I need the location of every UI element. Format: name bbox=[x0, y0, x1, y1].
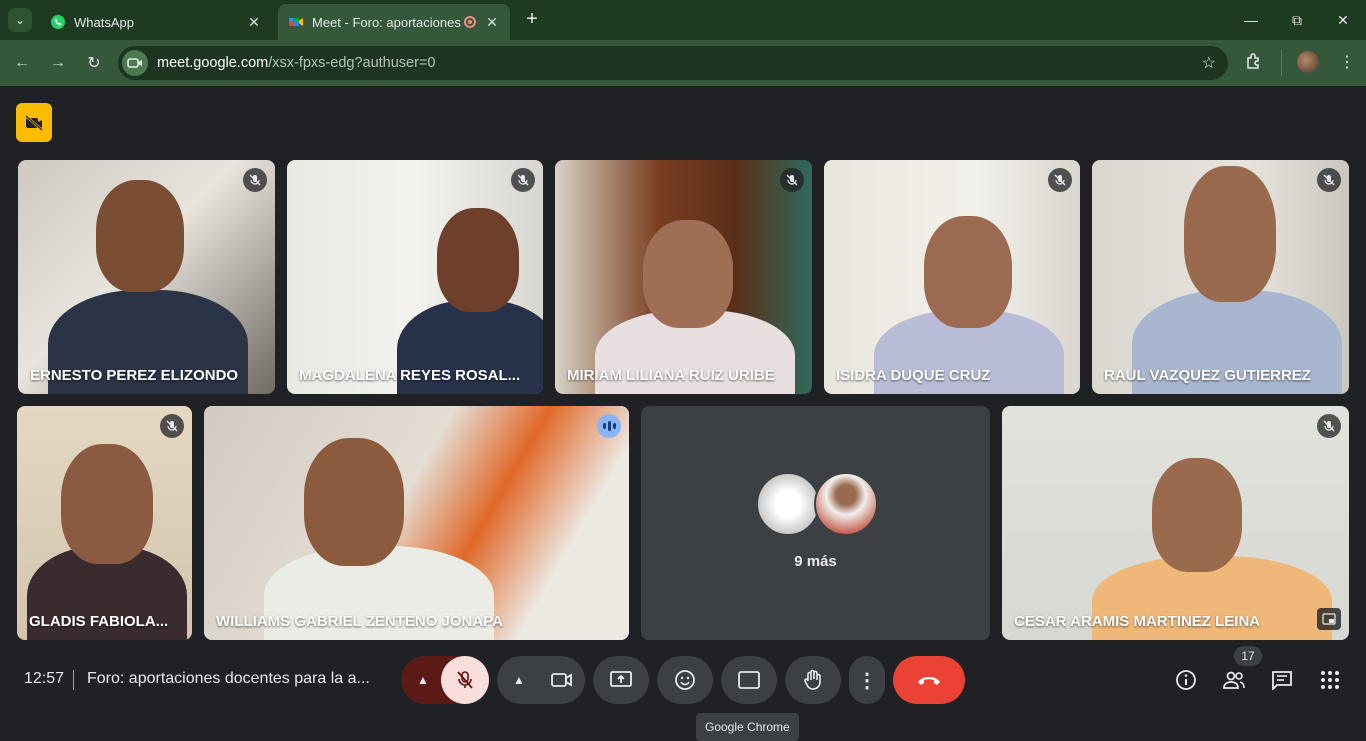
mic-off-icon bbox=[457, 671, 473, 689]
url-text: meet.google.com/xsx-fpxs-edg?authuser=0 bbox=[157, 55, 436, 71]
camera-toggle-button[interactable]: ▲ bbox=[497, 656, 585, 704]
present-screen-button[interactable] bbox=[593, 656, 649, 704]
more-participants-label: 9 más bbox=[794, 553, 837, 570]
meet-stage: ERNESTO PEREZ ELIZONDO MAGDALENA REYES R… bbox=[0, 86, 1366, 741]
more-participants-avatars bbox=[756, 472, 878, 536]
people-icon bbox=[1223, 671, 1245, 689]
close-window-button[interactable]: ✕ bbox=[1320, 6, 1366, 34]
captions-button[interactable] bbox=[721, 656, 777, 704]
chat-icon bbox=[1272, 671, 1292, 690]
forward-icon[interactable]: → bbox=[45, 50, 71, 76]
tooltip: Google Chrome bbox=[696, 713, 799, 741]
participant-tile[interactable]: MIRIAM LILIANA RUIZ URIBE bbox=[555, 160, 812, 394]
participant-name: MAGDALENA REYES ROSAL... bbox=[299, 367, 521, 384]
tab-search-chevron-icon[interactable]: ⌄ bbox=[8, 8, 32, 32]
mic-off-icon bbox=[160, 414, 184, 438]
mic-off-icon bbox=[243, 168, 267, 192]
tab-whatsapp[interactable]: WhatsApp ✕ bbox=[40, 4, 272, 40]
more-vert-icon: ⋮ bbox=[857, 669, 877, 692]
hand-icon bbox=[804, 669, 821, 690]
mic-off-icon bbox=[1317, 414, 1341, 438]
participant-name: ISIDRA DUQUE CRUZ bbox=[836, 367, 991, 384]
toolbar-divider bbox=[1281, 50, 1282, 76]
tab-close-icon[interactable]: ✕ bbox=[246, 14, 262, 31]
extensions-icon[interactable] bbox=[1245, 52, 1263, 75]
meeting-title: Foro: aportaciones docentes para la a... bbox=[87, 670, 370, 687]
participant-tile[interactable]: RAUL VAZQUEZ GUTIERREZ bbox=[1092, 160, 1349, 394]
participant-tile[interactable]: ERNESTO PEREZ ELIZONDO bbox=[18, 160, 275, 394]
present-screen-icon bbox=[610, 671, 632, 687]
chevron-up-icon: ▲ bbox=[417, 673, 429, 687]
people-count-badge: 17 bbox=[1234, 646, 1262, 666]
browser-tab-strip: ⌄ WhatsApp ✕ Meet - Foro: aportaciones d… bbox=[0, 0, 1366, 40]
captions-icon bbox=[738, 671, 760, 689]
address-bar[interactable]: meet.google.com/xsx-fpxs-edg?authuser=0 … bbox=[118, 46, 1228, 80]
tab-close-icon[interactable]: ✕ bbox=[484, 14, 500, 31]
people-button[interactable] bbox=[1218, 664, 1250, 696]
camera-off-warning-icon[interactable] bbox=[16, 103, 52, 142]
chevron-up-icon: ▲ bbox=[513, 673, 525, 687]
hang-up-icon bbox=[918, 677, 940, 685]
reload-icon[interactable]: ↻ bbox=[81, 50, 107, 76]
meet-icon bbox=[289, 18, 303, 26]
tab-title: WhatsApp bbox=[74, 14, 134, 30]
participant-tile[interactable]: GLADIS FABIOLA... bbox=[17, 406, 192, 640]
mic-off-icon bbox=[1317, 168, 1341, 192]
mic-off-icon bbox=[780, 168, 804, 192]
mic-toggle-button[interactable] bbox=[441, 656, 489, 704]
back-icon[interactable]: ← bbox=[9, 50, 35, 76]
tab-meet[interactable]: Meet - Foro: aportaciones d ✕ bbox=[278, 4, 510, 40]
emoji-icon bbox=[675, 670, 695, 690]
participant-name: ERNESTO PEREZ ELIZONDO bbox=[30, 367, 239, 384]
more-options-button[interactable]: ⋮ bbox=[849, 656, 885, 704]
participant-tile-speaking[interactable]: WILLIAMS GABRIEL ZENTENO JONAPA bbox=[204, 406, 629, 640]
minimize-button[interactable]: — bbox=[1228, 6, 1274, 34]
new-tab-button[interactable]: + bbox=[520, 8, 544, 32]
participant-name: WILLIAMS GABRIEL ZENTENO JONAPA bbox=[216, 613, 503, 630]
restore-button[interactable]: ⧉ bbox=[1274, 6, 1320, 34]
meeting-clock: 12:57 bbox=[24, 670, 65, 687]
reactions-button[interactable] bbox=[657, 656, 713, 704]
mic-off-icon bbox=[511, 168, 535, 192]
avatar bbox=[756, 472, 820, 536]
participant-tile[interactable]: CESAR ARAMIS MARTINEZ LEINA bbox=[1002, 406, 1349, 640]
apps-grid-icon bbox=[1321, 671, 1339, 689]
picture-in-picture-icon[interactable] bbox=[1317, 608, 1341, 630]
browser-toolbar: ← → ↻ meet.google.com/xsx-fpxs-edg?authu… bbox=[0, 40, 1366, 86]
raise-hand-button[interactable] bbox=[785, 656, 841, 704]
whatsapp-icon bbox=[51, 15, 65, 29]
bookmark-star-icon[interactable]: ☆ bbox=[1202, 53, 1216, 73]
profile-avatar[interactable] bbox=[1297, 51, 1319, 73]
participant-name: MIRIAM LILIANA RUIZ URIBE bbox=[567, 367, 775, 384]
recording-indicator-icon bbox=[464, 16, 476, 28]
meeting-controls-bar: 12:57 Foro: aportaciones docentes para l… bbox=[0, 636, 1366, 741]
participant-name: CESAR ARAMIS MARTINEZ LEINA bbox=[1014, 613, 1261, 630]
participant-name: GLADIS FABIOLA... bbox=[29, 613, 169, 630]
site-camera-icon bbox=[122, 50, 148, 76]
more-participants-tile[interactable]: 9 más bbox=[641, 406, 990, 640]
browser-menu-icon[interactable]: ⋮ bbox=[1339, 52, 1355, 72]
avatar bbox=[814, 472, 878, 536]
participant-tile[interactable]: MAGDALENA REYES ROSAL... bbox=[287, 160, 543, 394]
info-icon bbox=[1176, 670, 1196, 690]
participant-tile[interactable]: ISIDRA DUQUE CRUZ bbox=[824, 160, 1080, 394]
mic-off-icon bbox=[1048, 168, 1072, 192]
camera-icon bbox=[551, 673, 572, 687]
participant-name: RAUL VAZQUEZ GUTIERREZ bbox=[1104, 367, 1311, 384]
speaking-indicator-icon bbox=[597, 414, 621, 438]
leave-call-button[interactable] bbox=[893, 656, 965, 704]
divider bbox=[73, 670, 74, 690]
chat-button[interactable] bbox=[1266, 664, 1298, 696]
meeting-details-button[interactable] bbox=[1170, 664, 1202, 696]
tab-title: Meet - Foro: aportaciones d bbox=[312, 14, 464, 30]
activities-button[interactable] bbox=[1314, 664, 1346, 696]
